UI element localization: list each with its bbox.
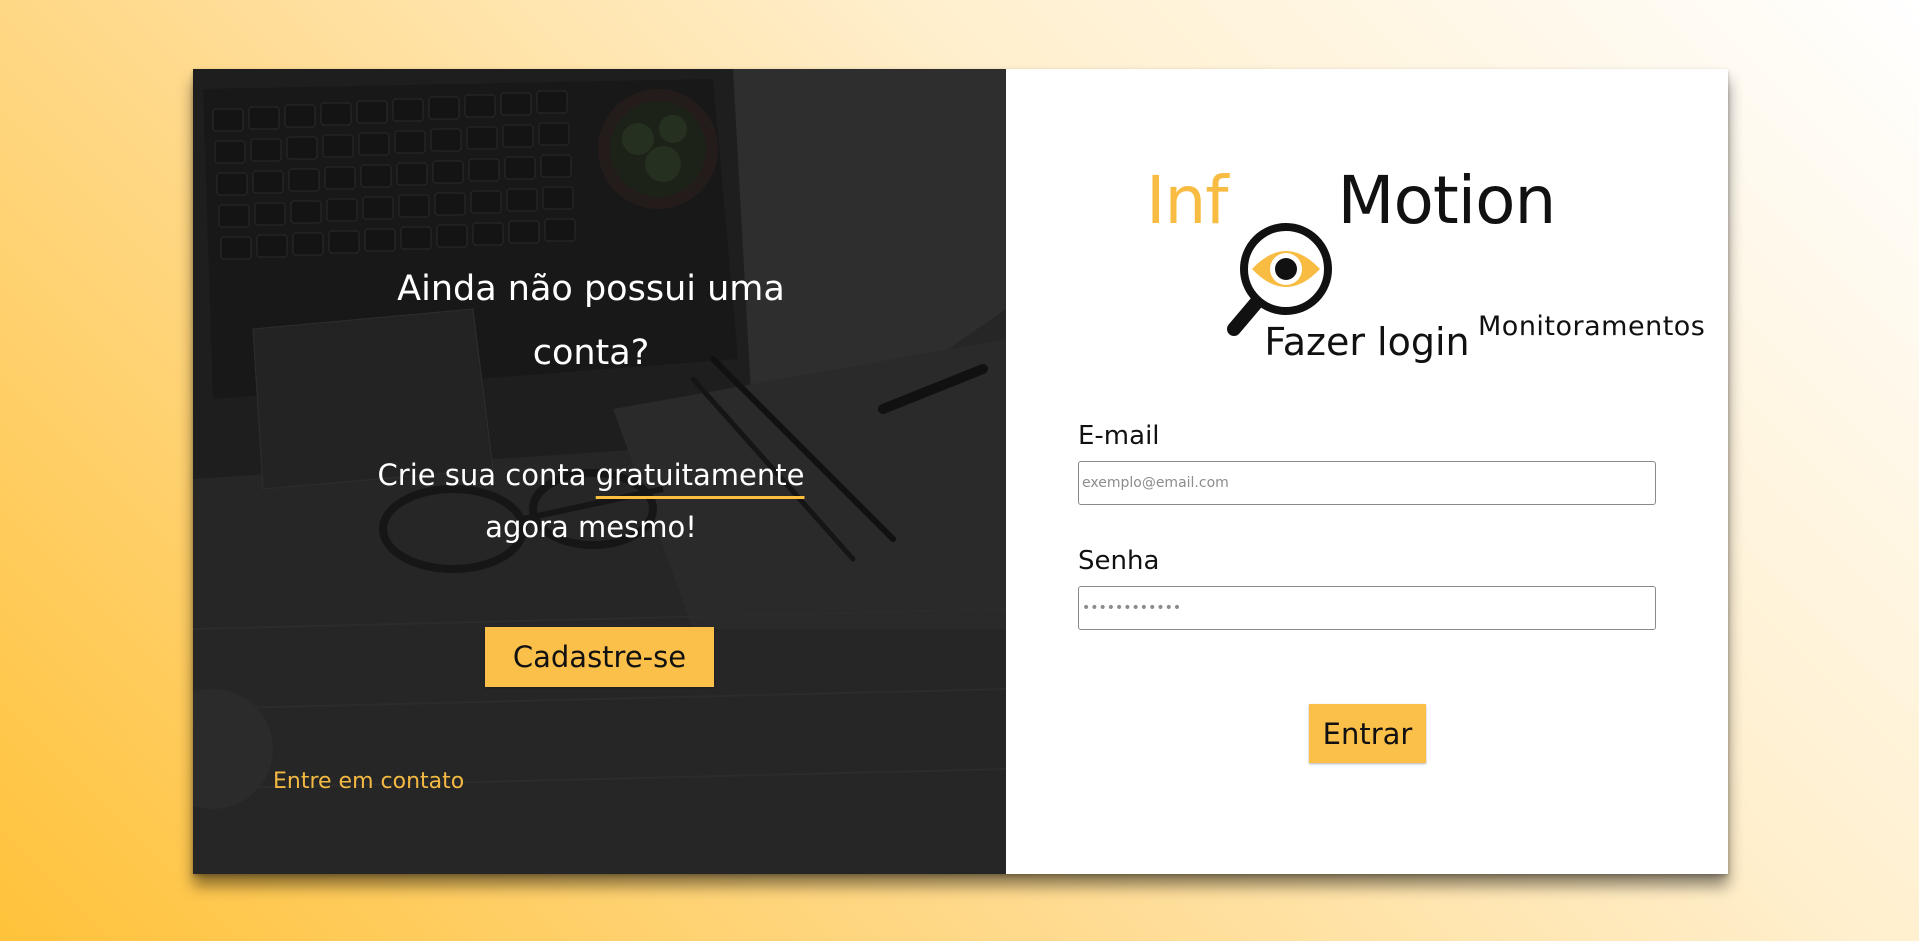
signup-button[interactable]: Cadastre-se	[485, 627, 714, 687]
email-label: E-mail	[1078, 421, 1160, 451]
password-input[interactable]	[1078, 586, 1656, 630]
promo-subtitle-part1: Crie sua conta	[377, 458, 596, 492]
signup-promo-panel: Ainda não possui uma conta? Crie sua con…	[193, 69, 1006, 874]
promo-title: Ainda não possui uma conta?	[397, 269, 785, 373]
password-label: Senha	[1078, 546, 1160, 576]
promo-subtitle-part2: agora mesmo!	[485, 510, 697, 544]
logo-wordmark: Inf Motion	[1146, 153, 1557, 249]
promo-subtitle: Crie sua conta gratuitamente agora mesmo…	[341, 449, 841, 553]
infomotion-logo: Inf Motion Monitoramentos	[1146, 153, 1705, 342]
promo-content: Ainda não possui uma conta? Crie sua con…	[193, 69, 1006, 874]
logo-text-right: Motion	[1337, 162, 1557, 239]
promo-subtitle-highlight: gratuitamente	[595, 458, 805, 492]
login-panel: Inf Motion Monitoramentos Fazer login E-m…	[1006, 69, 1728, 874]
logo-text-left: Inf	[1146, 162, 1229, 239]
contact-link[interactable]: Entre em contato	[273, 769, 464, 794]
login-title: Fazer login	[1264, 320, 1470, 364]
login-button[interactable]: Entrar	[1309, 704, 1426, 763]
email-input[interactable]	[1078, 461, 1656, 505]
login-card: Ainda não possui uma conta? Crie sua con…	[193, 69, 1728, 874]
